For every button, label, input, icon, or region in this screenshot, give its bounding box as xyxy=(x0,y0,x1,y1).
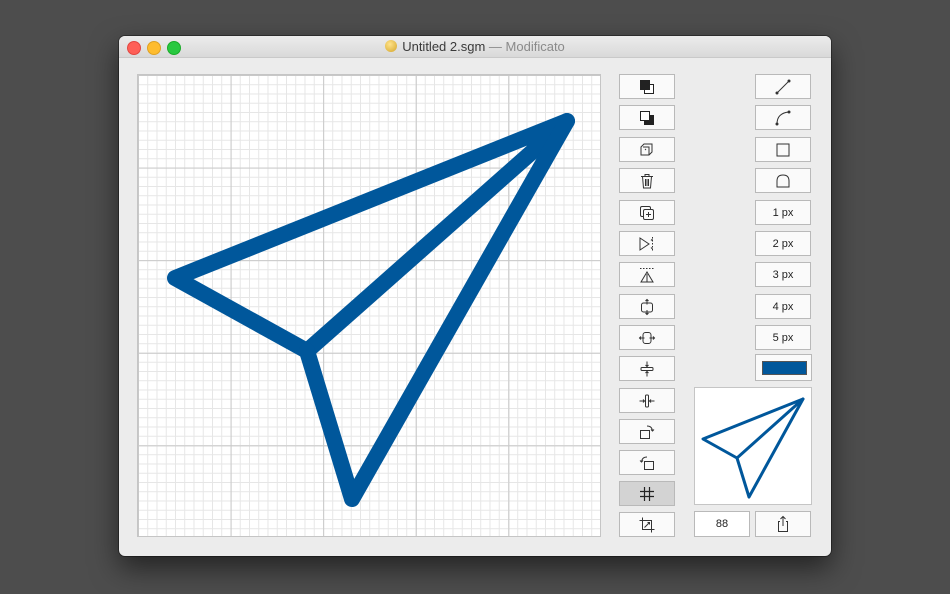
line-icon xyxy=(775,79,791,94)
crop-icon xyxy=(639,517,655,532)
curve-icon xyxy=(775,110,791,125)
send-to-back-icon xyxy=(640,110,654,125)
stroke-color-well[interactable] xyxy=(755,354,812,381)
title-bar: Untitled 2.sgm — Modificato xyxy=(119,36,831,58)
flip-vertical-button[interactable] xyxy=(619,262,675,287)
duplicate-layers-button[interactable] xyxy=(619,137,675,162)
bring-to-front-icon xyxy=(640,79,654,94)
stroke-4px-button[interactable]: 4 px xyxy=(755,294,811,319)
rectangle-icon xyxy=(776,143,790,156)
add-copy-button[interactable] xyxy=(619,200,675,225)
window-status: Modificato xyxy=(505,39,565,54)
compress-horizontal-button[interactable] xyxy=(619,388,675,413)
delete-button[interactable] xyxy=(619,168,675,193)
share-icon xyxy=(778,515,788,532)
paper-plane-drawing[interactable] xyxy=(167,113,575,507)
stroke-3px-button[interactable]: 3 px xyxy=(755,262,811,287)
scale-horizontal-icon xyxy=(638,331,656,344)
rotate-right-button[interactable] xyxy=(619,419,675,444)
window-separator: — xyxy=(485,39,506,54)
crop-button[interactable] xyxy=(619,512,675,537)
stroke-1px-button[interactable]: 1 px xyxy=(755,200,811,225)
flip-horizontal-button[interactable] xyxy=(619,231,675,256)
window-filename: Untitled 2.sgm xyxy=(402,39,486,54)
add-copy-icon xyxy=(640,205,654,220)
duplicate-layers-icon xyxy=(640,143,653,155)
grid-icon xyxy=(640,486,654,501)
send-to-back-button[interactable] xyxy=(619,105,675,130)
toggle-grid-button[interactable] xyxy=(619,481,675,506)
share-button[interactable] xyxy=(755,511,811,537)
arch-icon xyxy=(776,173,790,187)
drawing-canvas[interactable] xyxy=(137,74,601,537)
document-icon xyxy=(385,40,398,52)
rotate-left-icon xyxy=(639,456,654,470)
compress-vertical-icon xyxy=(640,361,654,376)
bring-to-front-button[interactable] xyxy=(619,74,675,99)
stroke-color-swatch xyxy=(762,361,807,375)
rotate-right-icon xyxy=(640,425,655,439)
scale-vertical-icon xyxy=(641,298,653,315)
rectangle-tool-button[interactable] xyxy=(755,137,811,162)
stroke-5px-button[interactable]: 5 px xyxy=(755,325,811,350)
flip-horizontal-icon xyxy=(639,236,653,251)
stroke-2px-button[interactable]: 2 px xyxy=(755,231,811,256)
window-title: Untitled 2.sgm — Modificato xyxy=(119,39,831,54)
paper-plane-thumbnail xyxy=(701,397,805,499)
rotate-left-button[interactable] xyxy=(619,450,675,475)
flip-vertical-icon xyxy=(640,267,654,282)
app-window: Untitled 2.sgm — Modificato 1 px 2 px 3 … xyxy=(119,36,831,556)
scale-vertical-button[interactable] xyxy=(619,294,675,319)
zoom-field[interactable]: 88 xyxy=(694,511,750,537)
line-tool-button[interactable] xyxy=(755,74,811,99)
trash-icon xyxy=(641,173,653,188)
compress-horizontal-icon xyxy=(639,394,655,407)
arch-tool-button[interactable] xyxy=(755,168,811,193)
curve-tool-button[interactable] xyxy=(755,105,811,130)
thumbnail-preview xyxy=(694,387,812,505)
scale-horizontal-button[interactable] xyxy=(619,325,675,350)
compress-vertical-button[interactable] xyxy=(619,356,675,381)
